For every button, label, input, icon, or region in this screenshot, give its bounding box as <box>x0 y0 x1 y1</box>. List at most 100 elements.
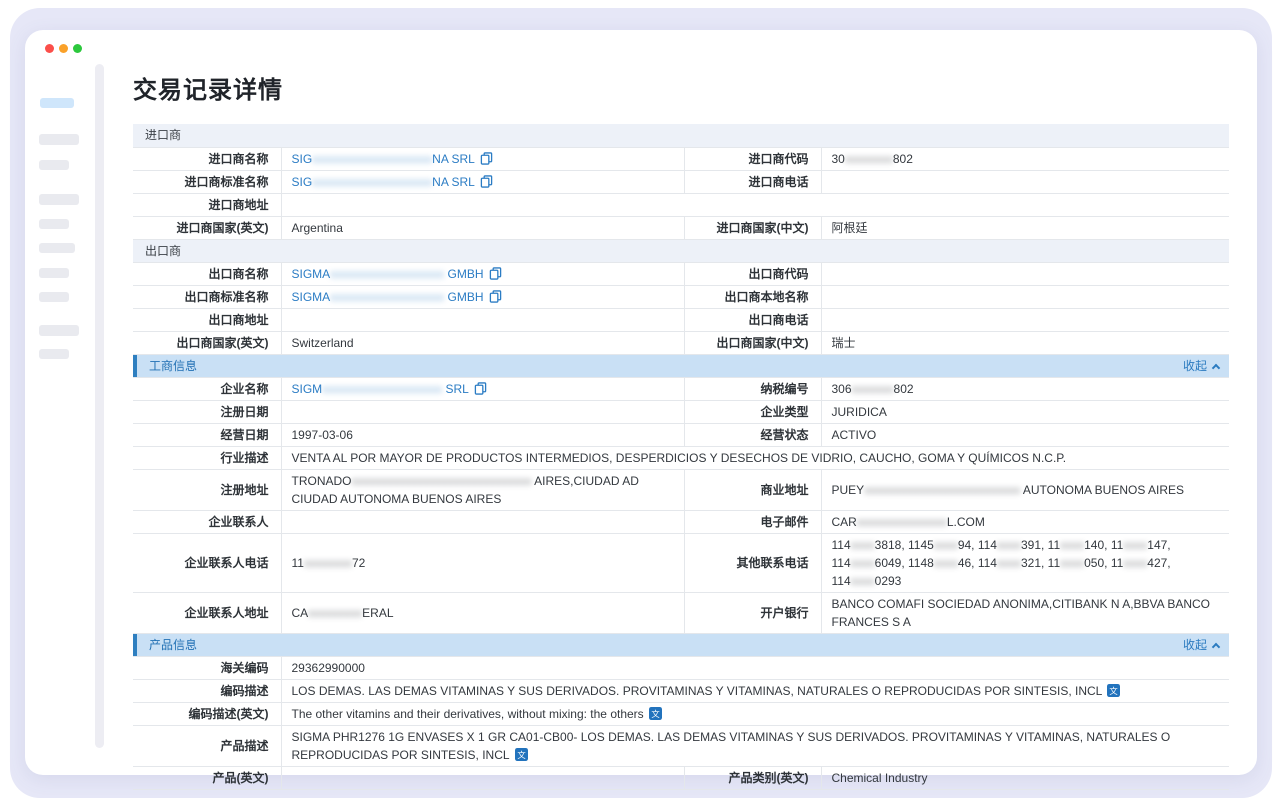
page-title: 交易记录详情 <box>133 70 1229 105</box>
exporter-country-en-label: 出口商国家(英文) <box>133 331 281 354</box>
translate-icon[interactable]: 文 <box>515 748 528 761</box>
biz-address-value: PUEYxxxxxxxxxxxxxxxxxxxxxxxxxx AUTONOMA … <box>821 469 1229 510</box>
exporter-std-name-link[interactable]: SIGMAxxxxxxxxxxxxxxxxxxx GMBH <box>292 290 502 304</box>
importer-name-label: 进口商名称 <box>133 147 281 170</box>
section-header-exporter: 出口商 <box>133 239 1229 262</box>
importer-std-name-value: SIGxxxxxxxxxxxxxxxxxxxxNA SRL <box>281 170 684 193</box>
copy-icon[interactable] <box>480 175 493 188</box>
company-name-value: SIGMxxxxxxxxxxxxxxxxxxxx SRL <box>281 377 684 400</box>
code-desc-value: LOS DEMAS. LAS DEMAS VITAMINAS Y SUS DER… <box>281 679 1229 702</box>
product-category-value: Chemical Industry <box>821 766 1229 789</box>
translate-icon[interactable]: 文 <box>649 707 662 720</box>
exporter-std-name-label: 出口商标准名称 <box>133 285 281 308</box>
product-en-value <box>281 766 684 789</box>
industry-value: VENTA AL POR MAYOR DE PRODUCTOS INTERMED… <box>281 446 1229 469</box>
importer-phone-value <box>821 170 1229 193</box>
sidebar-item-placeholder <box>39 219 69 229</box>
biz-address-label: 商业地址 <box>684 469 821 510</box>
importer-code-value: 30xxxxxxxx802 <box>821 147 1229 170</box>
copy-icon[interactable] <box>480 152 493 165</box>
company-type-label: 企业类型 <box>684 400 821 423</box>
exporter-code-value <box>821 262 1229 285</box>
bank-label: 开户银行 <box>684 592 821 633</box>
contact-label: 企业联系人 <box>133 510 281 533</box>
code-desc-en-value: The other vitamins and their derivatives… <box>281 702 1229 725</box>
section-title-product: 产品信息 <box>149 636 197 654</box>
exporter-country-cn-value: 瑞士 <box>821 331 1229 354</box>
svg-text:文: 文 <box>651 708 660 718</box>
product-en-label: 产品(英文) <box>133 766 281 789</box>
sidebar-item-placeholder <box>39 325 79 336</box>
sidebar-item-placeholder <box>39 194 79 205</box>
app-window: 交易记录详情 进口商 进口商名称 SIGxxxxxxxxxxxxxxxxxxxx… <box>25 30 1257 775</box>
op-status-label: 经营状态 <box>684 423 821 446</box>
window-controls <box>45 40 87 58</box>
copy-icon[interactable] <box>489 290 502 303</box>
exporter-std-name-value: SIGMAxxxxxxxxxxxxxxxxxxx GMBH <box>281 285 684 308</box>
exporter-code-label: 出口商代码 <box>684 262 821 285</box>
code-desc-label: 编码描述 <box>133 679 281 702</box>
op-date-label: 经营日期 <box>133 423 281 446</box>
hs-code-label: 海关编码 <box>133 656 281 679</box>
company-name-link[interactable]: SIGMxxxxxxxxxxxxxxxxxxxx SRL <box>292 382 487 396</box>
browser-frame: 交易记录详情 进口商 进口商名称 SIGxxxxxxxxxxxxxxxxxxxx… <box>10 8 1272 798</box>
importer-std-name-label: 进口商标准名称 <box>133 170 281 193</box>
window-maximize-button[interactable] <box>73 44 82 53</box>
hs-code-value: 29362990000 <box>281 656 1229 679</box>
importer-code-label: 进口商代码 <box>684 147 821 170</box>
op-date-value: 1997-03-06 <box>281 423 684 446</box>
company-type-value: JURIDICA <box>821 400 1229 423</box>
copy-icon[interactable] <box>489 267 502 280</box>
importer-country-cn-value: 阿根廷 <box>821 216 1229 239</box>
tax-no-label: 纳税编号 <box>684 377 821 400</box>
product-category-label: 产品类别(英文) <box>684 766 821 789</box>
importer-phone-label: 进口商电话 <box>684 170 821 193</box>
collapse-link-product[interactable]: 收起 <box>1183 636 1219 654</box>
industry-label: 行业描述 <box>133 446 281 469</box>
importer-country-en-value: Argentina <box>281 216 684 239</box>
product-desc-value: SIGMA PHR1276 1G ENVASES X 1 GR CA01-CB0… <box>281 725 1229 766</box>
importer-std-name-link[interactable]: SIGxxxxxxxxxxxxxxxxxxxxNA SRL <box>292 175 493 189</box>
importer-address-label: 进口商地址 <box>133 193 281 216</box>
exporter-name-value: SIGMAxxxxxxxxxxxxxxxxxxx GMBH <box>281 262 684 285</box>
sidebar-item-placeholder <box>39 243 75 253</box>
tax-no-value: 306xxxxxxx802 <box>821 377 1229 400</box>
sidebar-item-placeholder <box>39 134 79 145</box>
importer-country-cn-label: 进口商国家(中文) <box>684 216 821 239</box>
reg-date-value <box>281 400 684 423</box>
exporter-local-name-value <box>821 285 1229 308</box>
exporter-local-name-label: 出口商本地名称 <box>684 285 821 308</box>
exporter-country-en-value: Switzerland <box>281 331 684 354</box>
svg-text:文: 文 <box>1110 685 1119 695</box>
other-phones-value: 114xxxx3818, 1145xxxx94, 114xxxx391, 11x… <box>821 533 1229 592</box>
reg-address-value: TRONADOxxxxxxxxxxxxxxxxxxxxxxxxxxxxxx AI… <box>281 469 684 510</box>
chevron-up-icon <box>1212 642 1220 650</box>
section-header-business: 工商信息 收起 <box>133 354 1229 377</box>
exporter-name-label: 出口商名称 <box>133 262 281 285</box>
copy-icon[interactable] <box>474 382 487 395</box>
reg-date-label: 注册日期 <box>133 400 281 423</box>
section-header-product: 产品信息 收起 <box>133 633 1229 656</box>
exporter-name-link[interactable]: SIGMAxxxxxxxxxxxxxxxxxxx GMBH <box>292 267 502 281</box>
contact-phone-label: 企业联系人电话 <box>133 533 281 592</box>
importer-country-en-label: 进口商国家(英文) <box>133 216 281 239</box>
window-minimize-button[interactable] <box>59 44 68 53</box>
code-desc-en-label: 编码描述(英文) <box>133 702 281 725</box>
sidebar-active-item-placeholder <box>40 98 74 108</box>
exporter-phone-label: 出口商电话 <box>684 308 821 331</box>
chevron-up-icon <box>1212 363 1220 371</box>
email-value: CARxxxxxxxxxxxxxxxL.COM <box>821 510 1229 533</box>
exporter-address-label: 出口商地址 <box>133 308 281 331</box>
importer-name-link[interactable]: SIGxxxxxxxxxxxxxxxxxxxxNA SRL <box>292 152 493 166</box>
window-close-button[interactable] <box>45 44 54 53</box>
sidebar-item-placeholder <box>39 268 69 278</box>
other-phones-label: 其他联系电话 <box>684 533 821 592</box>
collapse-link-business[interactable]: 收起 <box>1183 357 1219 375</box>
svg-text:文: 文 <box>517 749 526 759</box>
section-title-business: 工商信息 <box>149 357 197 375</box>
translate-icon[interactable]: 文 <box>1107 684 1120 697</box>
bank-value: BANCO COMAFI SOCIEDAD ANONIMA,CITIBANK N… <box>821 592 1229 633</box>
main-content: 交易记录详情 进口商 进口商名称 SIGxxxxxxxxxxxxxxxxxxxx… <box>133 70 1229 790</box>
exporter-address-value <box>281 308 684 331</box>
importer-name-value: SIGxxxxxxxxxxxxxxxxxxxxNA SRL <box>281 147 684 170</box>
